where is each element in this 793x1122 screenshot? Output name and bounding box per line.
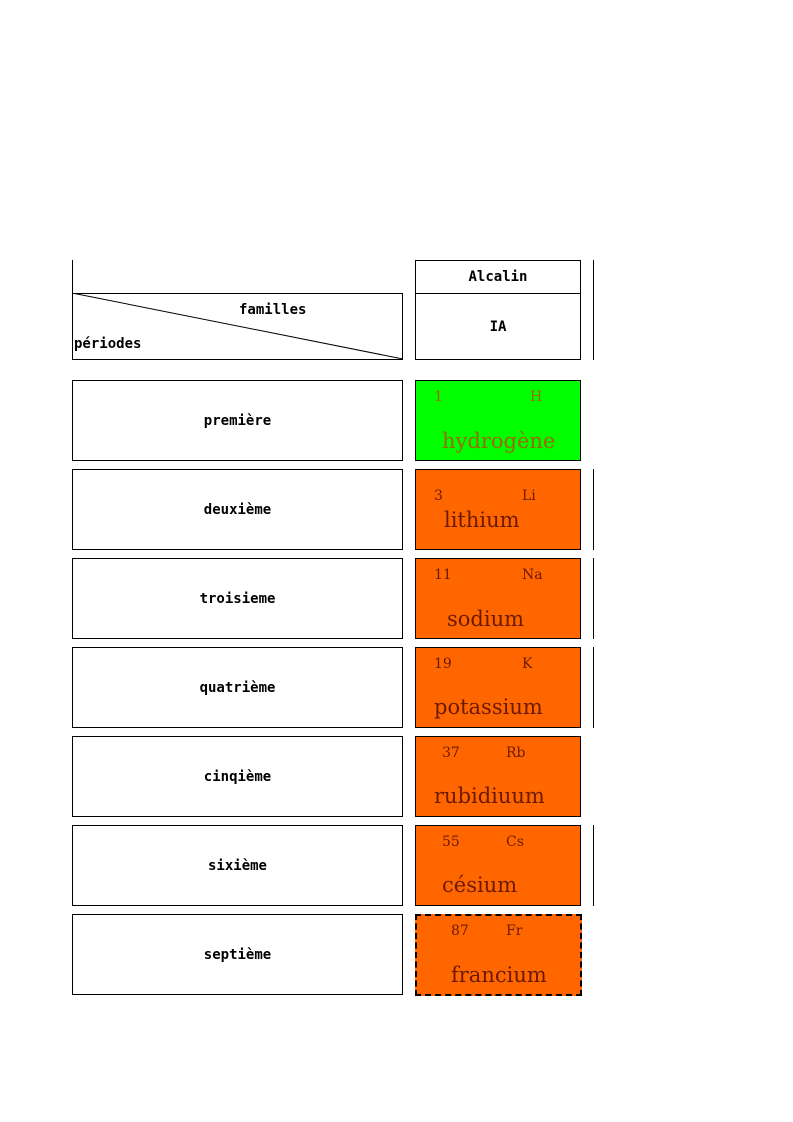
element-cell-sodium: 11 Na sodium — [415, 558, 581, 639]
element-name: francium — [451, 963, 547, 987]
element-cell-cesium: 55 Cs césium — [415, 825, 581, 906]
element-symbol: Li — [522, 488, 536, 504]
period-label: septième — [203, 946, 272, 963]
period-label: deuxième — [203, 501, 272, 518]
group-cell: IA — [415, 293, 581, 360]
group-label: IA — [489, 318, 507, 335]
right-border-period-3 — [593, 558, 594, 639]
element-cell-lithium: 3 Li lithium — [415, 469, 581, 550]
right-border-period-2 — [593, 469, 594, 550]
atomic-number: 11 — [434, 567, 452, 583]
element-symbol: K — [522, 656, 533, 672]
period-cell-1: première — [72, 380, 403, 461]
period-cell-7: septième — [72, 914, 403, 995]
period-label: quatrième — [199, 679, 276, 696]
element-name: sodium — [447, 607, 525, 631]
period-label: première — [203, 412, 272, 429]
element-name: potassium — [434, 695, 543, 719]
header-left-border — [72, 260, 73, 294]
element-name: hydrogène — [442, 429, 556, 453]
element-cell-hydrogen: 1 H hydrogène — [415, 380, 581, 461]
atomic-number: 55 — [442, 834, 460, 850]
element-cell-rubidium: 37 Rb rubidiuum — [415, 736, 581, 817]
atomic-number: 19 — [434, 656, 452, 672]
corner-header-cell: familles périodes — [72, 293, 403, 360]
period-cell-5: cinqième — [72, 736, 403, 817]
element-name: rubidiuum — [434, 784, 545, 808]
element-name: lithium — [444, 508, 520, 532]
atomic-number: 1 — [434, 389, 443, 405]
right-border-period-4 — [593, 647, 594, 728]
period-cell-3: troisieme — [72, 558, 403, 639]
element-name: césium — [442, 873, 518, 897]
atomic-number: 37 — [442, 745, 460, 761]
period-label: cinqième — [203, 768, 272, 785]
element-symbol: Cs — [506, 834, 524, 850]
element-symbol: Fr — [506, 923, 523, 939]
element-cell-francium: 87 Fr francium — [415, 914, 582, 996]
element-symbol: Rb — [506, 745, 526, 761]
element-cell-potassium: 19 K potassium — [415, 647, 581, 728]
period-label: troisieme — [199, 590, 276, 607]
element-symbol: H — [530, 389, 543, 405]
right-border-header — [593, 260, 594, 360]
element-symbol: Na — [522, 567, 543, 583]
family-name-cell: Alcalin — [415, 260, 581, 294]
period-cell-4: quatrième — [72, 647, 403, 728]
atomic-number: 87 — [451, 923, 469, 939]
atomic-number: 3 — [434, 488, 443, 504]
family-name: Alcalin — [468, 269, 528, 285]
period-cell-6: sixième — [72, 825, 403, 906]
families-label: familles — [239, 302, 307, 318]
periods-label: périodes — [74, 336, 142, 352]
period-label: sixième — [207, 857, 267, 874]
right-border-period-6 — [593, 825, 594, 906]
period-cell-2: deuxième — [72, 469, 403, 550]
